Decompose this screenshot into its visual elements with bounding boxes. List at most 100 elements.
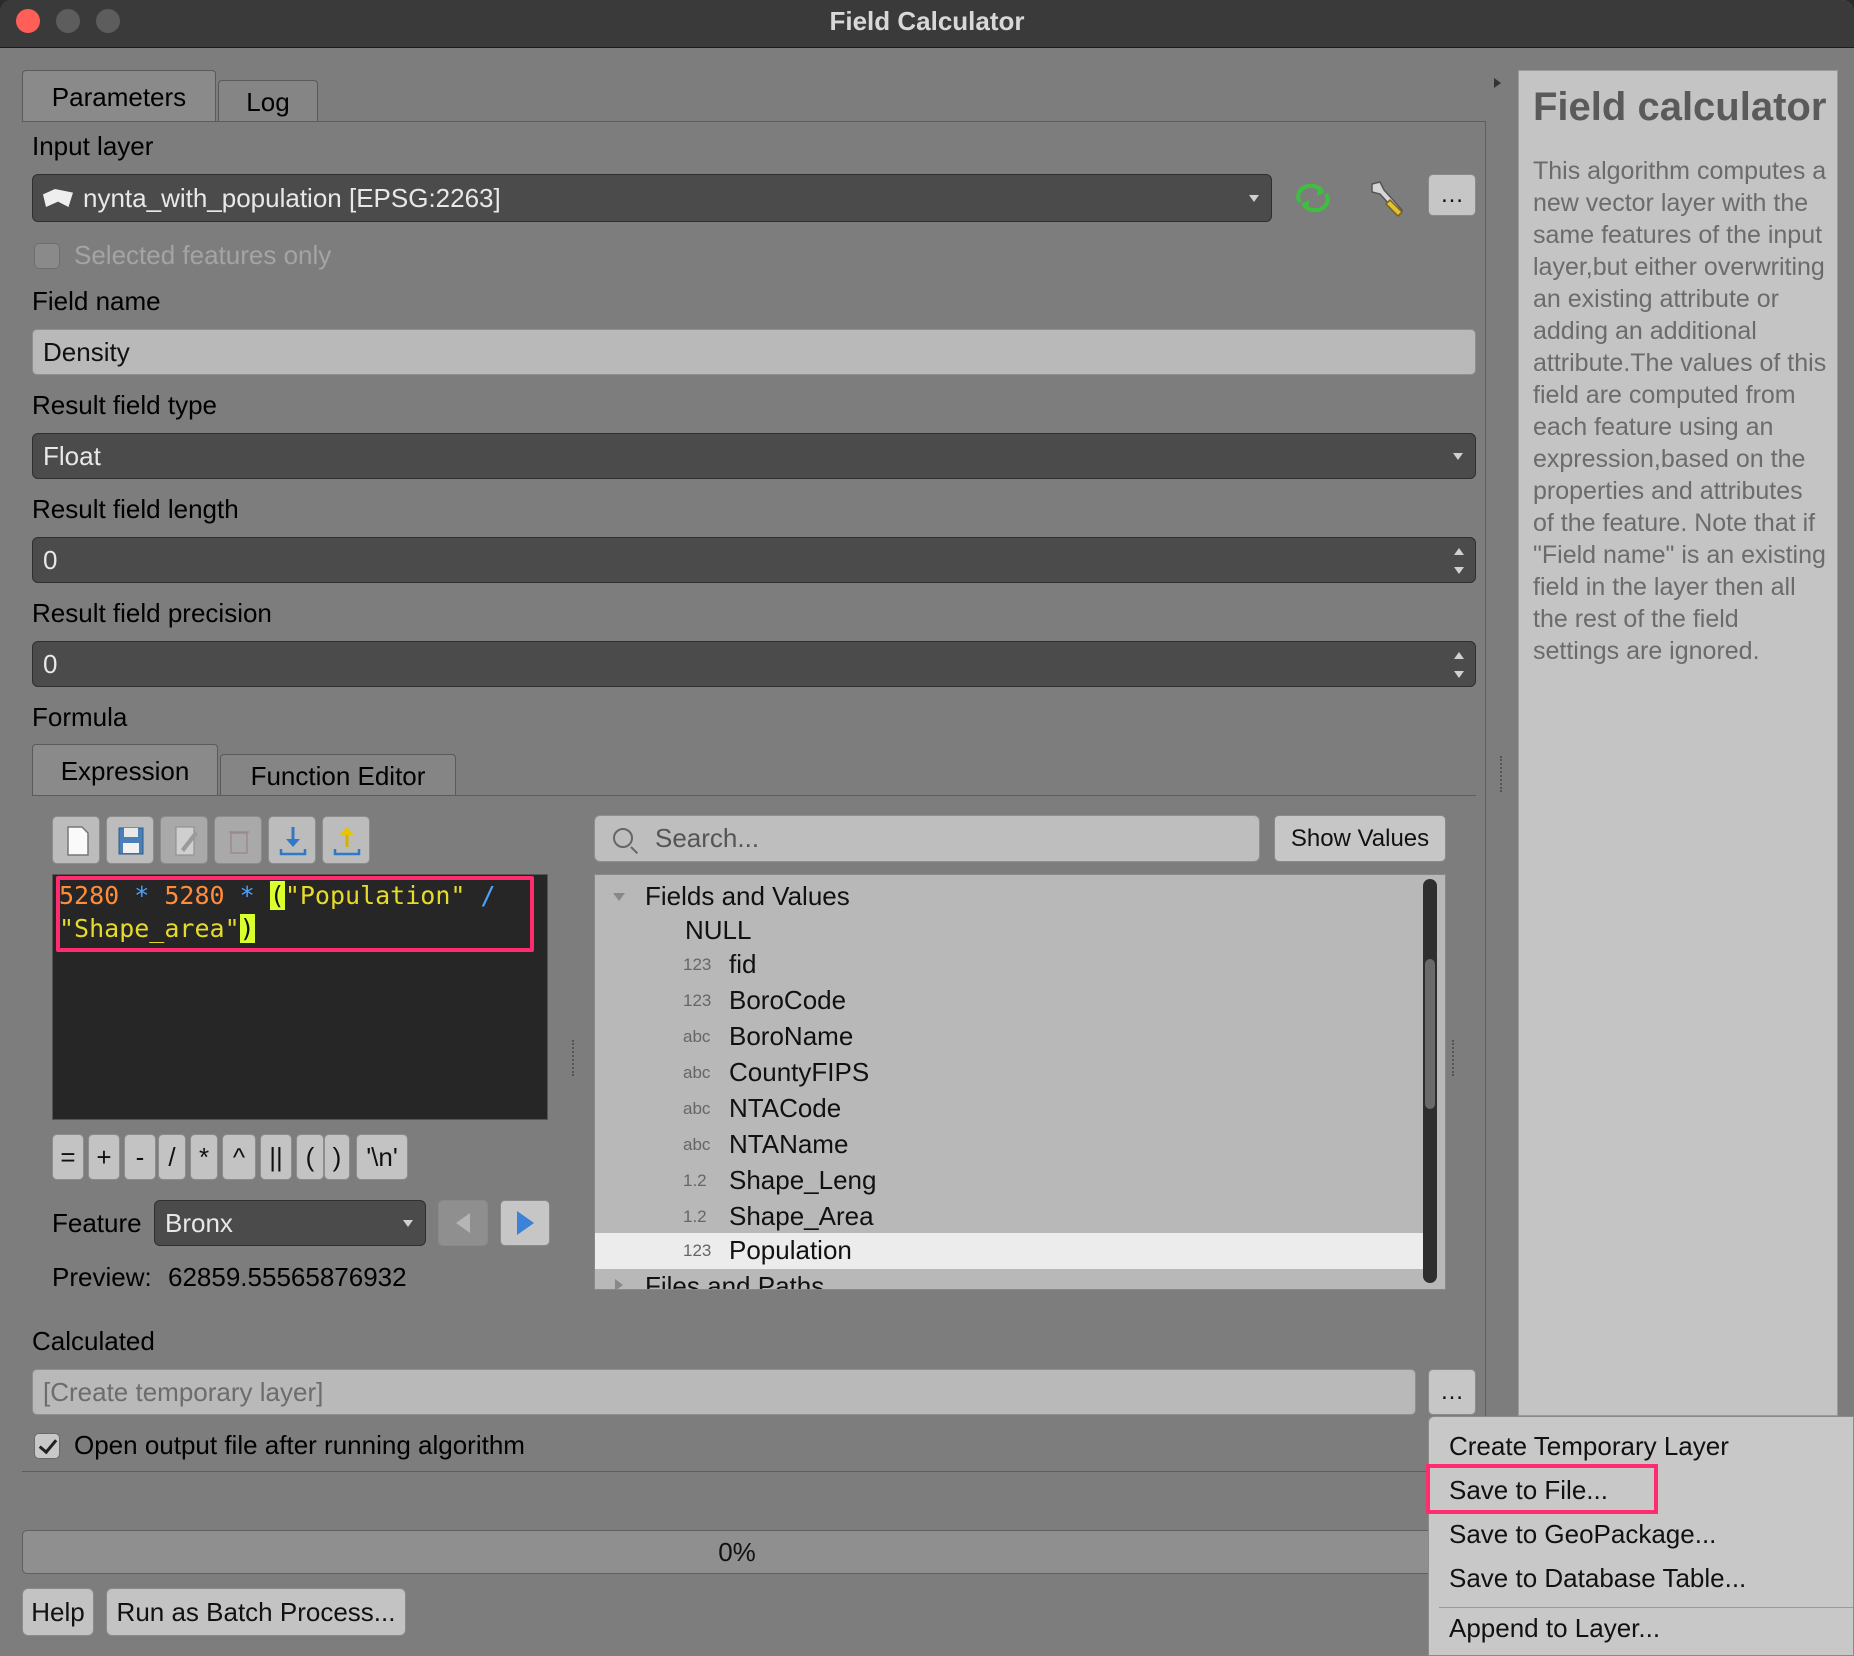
- expand-arrow-icon[interactable]: [613, 893, 625, 901]
- formula-label: Formula: [32, 702, 128, 732]
- output-options-button[interactable]: …: [1428, 1369, 1476, 1415]
- field-name-input[interactable]: Density: [32, 329, 1476, 375]
- operator-multiply-button[interactable]: *: [190, 1134, 218, 1180]
- save-expression-button[interactable]: [106, 816, 154, 864]
- operator-open-paren-button[interactable]: (: [296, 1134, 324, 1180]
- expression-highlight-box: [56, 876, 534, 952]
- operator-plus-button[interactable]: +: [88, 1134, 120, 1180]
- tree-item-field[interactable]: 1.2 Shape_Leng: [595, 1163, 1425, 1199]
- field-type-icon: abc: [683, 1135, 711, 1154]
- menu-separator: [1439, 1607, 1853, 1608]
- expand-arrow-icon[interactable]: [615, 1279, 623, 1289]
- parameters-bottom-border: [22, 1471, 1486, 1472]
- field-type-icon: 1.2: [683, 1207, 707, 1226]
- menu-item-append-to-layer[interactable]: Append to Layer...: [1449, 1613, 1660, 1644]
- tree-item-field[interactable]: 1.2 Shape_Area: [595, 1199, 1425, 1235]
- tab-parameters[interactable]: Parameters: [22, 70, 216, 122]
- tree-item-field[interactable]: 123 BoroCode: [595, 983, 1425, 1019]
- operator-close-paren-button[interactable]: ): [324, 1134, 350, 1180]
- chevron-down-icon: [1249, 195, 1259, 202]
- field-type-icon: abc: [683, 1063, 711, 1082]
- tree-item-field[interactable]: abc CountyFIPS: [595, 1055, 1425, 1091]
- tab-log[interactable]: Log: [218, 80, 318, 122]
- edit-icon: [175, 826, 198, 856]
- feature-combo[interactable]: Bronx: [154, 1200, 426, 1246]
- result-field-length-spinbox[interactable]: 0: [32, 537, 1476, 583]
- function-search-input[interactable]: Search...: [594, 815, 1260, 862]
- progress-text: 0%: [718, 1536, 756, 1567]
- export-expression-button[interactable]: [322, 816, 370, 864]
- selected-features-checkbox[interactable]: [34, 243, 60, 269]
- new-file-button[interactable]: [52, 816, 100, 864]
- collapse-help-arrow-icon[interactable]: [1494, 78, 1501, 88]
- spin-arrows-icon[interactable]: [1453, 648, 1465, 680]
- operator-newline-button[interactable]: '\n': [356, 1134, 408, 1180]
- tab-expression[interactable]: Expression: [32, 744, 218, 796]
- output-layer-input[interactable]: [Create temporary layer]: [32, 1369, 1416, 1415]
- operator-minus-button[interactable]: -: [124, 1134, 156, 1180]
- operator-divide-button[interactable]: /: [158, 1134, 186, 1180]
- help-button[interactable]: Help: [22, 1588, 94, 1636]
- field-name-value: Density: [43, 336, 130, 367]
- next-feature-button[interactable]: [500, 1200, 550, 1246]
- save-to-file-highlight-box: [1426, 1464, 1658, 1514]
- operator-power-button[interactable]: ^: [222, 1134, 256, 1180]
- edit-expression-button[interactable]: [160, 816, 208, 864]
- tree-item-label: NULL: [685, 915, 752, 945]
- tree-group-fields-and-values[interactable]: Fields and Values: [595, 879, 1425, 915]
- result-field-precision-value: 0: [43, 648, 58, 679]
- chevron-down-icon: [403, 1220, 413, 1227]
- open-output-checkbox[interactable]: [34, 1433, 60, 1459]
- help-panel: Field calculator This algorithm computes…: [1518, 70, 1838, 1416]
- iterate-refresh-icon[interactable]: [1294, 182, 1332, 214]
- operator-equals-button[interactable]: =: [52, 1134, 84, 1180]
- arrow-left-icon: [456, 1213, 470, 1233]
- delete-expression-button[interactable]: [214, 816, 262, 864]
- tree-group-files-and-paths[interactable]: Files and Paths: [595, 1269, 1425, 1290]
- menu-item-create-temporary-layer[interactable]: Create Temporary Layer: [1449, 1431, 1729, 1462]
- previous-feature-button[interactable]: [438, 1200, 488, 1246]
- operator-concat-button[interactable]: ||: [260, 1134, 292, 1180]
- search-placeholder: Search...: [655, 823, 760, 853]
- import-expression-button[interactable]: [268, 816, 316, 864]
- tree-scrollbar-thumb[interactable]: [1425, 959, 1435, 1109]
- function-tree[interactable]: Fields and Values NULL 123 fid 123 BoroCod…: [594, 874, 1446, 1290]
- field-calculator-window: Field Calculator Parameters Log Input la…: [0, 0, 1854, 1656]
- import-icon: [279, 827, 307, 856]
- tree-item-field[interactable]: abc BoroName: [595, 1019, 1425, 1055]
- tree-group-label: Files and Paths: [645, 1271, 825, 1290]
- tree-item-label: Shape_Leng: [729, 1165, 877, 1195]
- result-field-precision-spinbox[interactable]: 0: [32, 641, 1476, 687]
- tree-item-null[interactable]: NULL: [595, 913, 1425, 949]
- splitter-handle[interactable]: [1500, 756, 1504, 792]
- menu-item-save-to-database-table[interactable]: Save to Database Table...: [1449, 1563, 1746, 1594]
- tree-item-label: NTAName: [729, 1129, 849, 1159]
- new-file-icon: [67, 826, 89, 856]
- preview-label: Preview:: [52, 1262, 152, 1292]
- trash-icon: [229, 831, 249, 854]
- tree-item-field-selected[interactable]: 123 Population: [595, 1233, 1425, 1269]
- output-layer-placeholder: [Create temporary layer]: [43, 1376, 324, 1407]
- wrench-icon[interactable]: [1364, 178, 1408, 218]
- tree-item-field[interactable]: 123 fid: [595, 947, 1425, 983]
- preview-value: 62859.55565876932: [168, 1262, 407, 1292]
- feature-label: Feature: [52, 1208, 142, 1238]
- tree-item-field[interactable]: abc NTAName: [595, 1127, 1425, 1163]
- selected-features-label: Selected features only: [74, 240, 332, 270]
- open-output-label: Open output file after running algorithm: [74, 1430, 525, 1460]
- run-batch-button[interactable]: Run as Batch Process...: [106, 1588, 406, 1636]
- save-icon: [118, 827, 144, 855]
- show-values-button[interactable]: Show Values: [1274, 815, 1446, 862]
- splitter-handle[interactable]: [572, 1040, 576, 1076]
- spin-arrows-icon[interactable]: [1453, 544, 1465, 576]
- input-layer-combo[interactable]: nynta_with_population [EPSG:2263]: [32, 174, 1272, 222]
- result-field-type-combo[interactable]: Float: [32, 433, 1476, 479]
- menu-item-save-to-geopackage[interactable]: Save to GeoPackage...: [1449, 1519, 1716, 1550]
- result-field-type-label: Result field type: [32, 390, 217, 420]
- input-layer-options-button[interactable]: …: [1428, 174, 1476, 216]
- field-type-icon: 123: [683, 991, 712, 1010]
- splitter-handle[interactable]: [1452, 1040, 1456, 1076]
- tree-item-label: NTACode: [729, 1093, 842, 1123]
- tree-item-field[interactable]: abc NTACode: [595, 1091, 1425, 1127]
- tab-function-editor[interactable]: Function Editor: [220, 754, 456, 796]
